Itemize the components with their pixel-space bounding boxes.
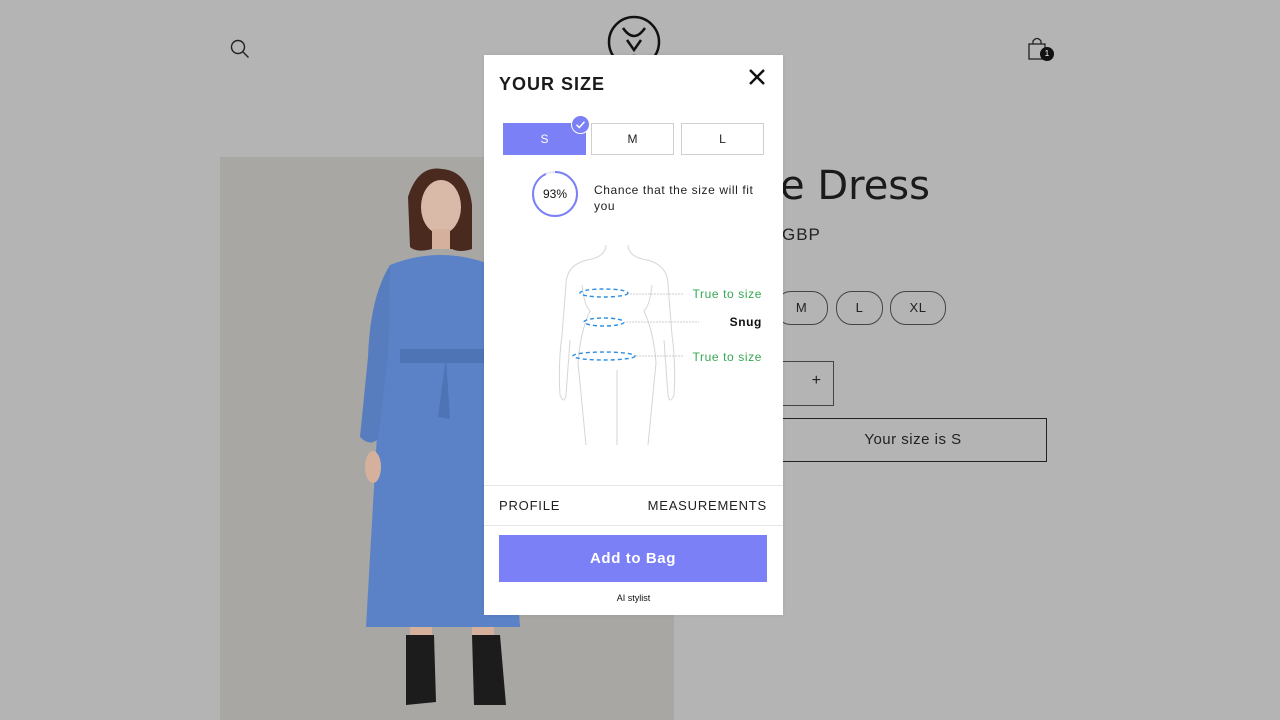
product-title: e Dress [780,163,930,209]
close-icon [749,69,765,85]
cart-count-badge: 1 [1040,47,1054,61]
fit-chance-text: Chance that the size will fit you [594,183,754,213]
body-silhouette-diagram [558,245,699,446]
product-price: GBP [782,225,821,244]
quantity-increase-button[interactable]: + [812,372,821,390]
divider [484,525,783,526]
size-option-l[interactable]: L [836,291,883,325]
modal-title: YOUR SIZE [499,74,606,94]
add-to-bag-button[interactable]: Add to Bag [499,535,767,582]
close-button[interactable] [745,65,769,89]
fit-label-hips: True to size [692,350,762,364]
selected-check-icon [571,115,590,134]
your-size-button[interactable]: Your size is S [780,418,1047,462]
size-option-xl[interactable]: XL [890,291,946,325]
size-tab-m[interactable]: M [591,123,674,155]
size-modal: YOUR SIZE S M L 93% Chance that the size… [484,55,783,615]
fit-label-waist: Snug [729,315,762,329]
search-icon [230,39,249,58]
measurements-link[interactable]: MEASUREMENTS [648,498,767,513]
ai-stylist-label: AI stylist [616,593,651,603]
cart-button[interactable]: 1 [1026,34,1056,64]
quantity-stepper: + [780,361,834,406]
divider [484,485,783,486]
search-button[interactable] [229,38,251,60]
size-tab-l[interactable]: L [681,123,764,155]
fit-label-chest: True to size [692,287,762,301]
fit-percentage: 93% [542,187,568,201]
profile-link[interactable]: PROFILE [499,498,560,513]
